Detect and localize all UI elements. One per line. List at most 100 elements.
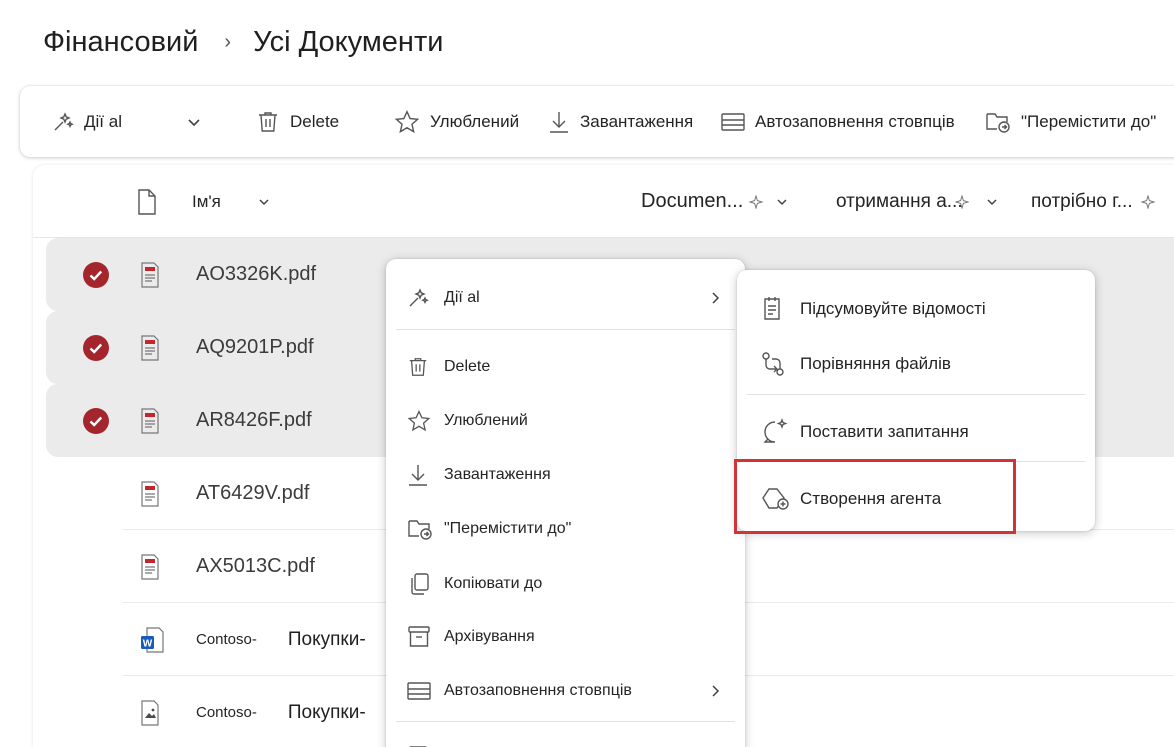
menu-item-label: Завантаження	[444, 466, 551, 483]
compare-files-icon	[762, 352, 784, 376]
copy-icon	[411, 573, 429, 595]
star-icon	[394, 109, 420, 133]
document-icon	[138, 188, 156, 215]
menu-item-label: "Перемістити до"	[444, 520, 572, 537]
received-column-header[interactable]: отримання а...	[836, 165, 999, 238]
submenu-item-label: Підсумовуйте відомості	[800, 299, 986, 318]
word-document-icon: W	[141, 627, 164, 653]
delete-label: Delete	[290, 111, 340, 131]
autofill-label: Автозаповнення стовпців	[755, 111, 955, 131]
summary-document-icon	[764, 297, 780, 320]
breadcrumb-site[interactable]: Фінансовий	[43, 26, 198, 59]
ai-actions-button[interactable]: Дії al	[52, 86, 212, 157]
submenu-item-ask-question[interactable]: Поставити запитання	[737, 405, 1095, 459]
sparkle-icon	[54, 111, 74, 130]
file-name[interactable]: AT6429V.pdf	[196, 457, 309, 530]
file-name[interactable]: AR8426F.pdf	[196, 384, 312, 457]
star-icon	[407, 409, 431, 432]
needed-column-label: потрібно г...	[1031, 190, 1133, 212]
menu-item-label: Улюблений	[444, 412, 528, 429]
file-name-text: AO3326K.pdf	[196, 263, 317, 285]
file-name-prefix: Contoso-	[196, 631, 257, 648]
file-name-text: AX5013C.pdf	[196, 555, 315, 577]
sparkle-icon	[749, 194, 764, 209]
trash-icon	[259, 111, 277, 132]
submenu-item-summarize[interactable]: Підсумовуйте відомості	[737, 282, 1095, 336]
chevron-right-icon	[712, 685, 720, 697]
download-label: Завантаження	[580, 111, 694, 131]
breadcrumb: Фінансовий › Усі Документи	[43, 26, 443, 59]
folder-move-icon	[408, 520, 432, 540]
received-column-label: отримання а...	[836, 190, 963, 212]
file-type-column-header[interactable]	[137, 165, 157, 238]
document-column-header[interactable]: Documen...	[641, 165, 789, 238]
checkmark-icon[interactable]	[83, 262, 109, 288]
chevron-down-icon	[188, 118, 200, 126]
menu-item-label: Копіювати до	[444, 575, 543, 592]
download-icon	[409, 465, 427, 486]
submenu-item-label: Порівняння файлів	[800, 354, 951, 373]
download-icon	[550, 111, 568, 133]
menu-item-delete[interactable]: Delete	[386, 340, 745, 394]
autofill-columns-button[interactable]: Автозаповнення стовпців	[721, 86, 955, 157]
menu-item-copy-to[interactable]: Копіювати до	[386, 557, 745, 611]
menu-divider	[396, 721, 735, 722]
move-to-button[interactable]: "Перемістити до"	[985, 86, 1156, 157]
checkmark-icon[interactable]	[83, 335, 109, 361]
list-header: Ім'я Documen... отримання а... потрібно …	[33, 165, 1174, 238]
context-menu: Дії al Delete Улюблений Завантаження "Пе…	[386, 259, 745, 747]
page: Фінансовий › Усі Документи Дії al Delete…	[0, 0, 1174, 747]
submenu-divider	[747, 394, 1085, 395]
chevron-down-icon	[777, 198, 787, 205]
ai-actions-label: Дії al	[84, 111, 122, 131]
file-name-text: AQ9201P.pdf	[196, 336, 314, 358]
file-name[interactable]: Contoso- Покупки-	[196, 676, 366, 747]
menu-item-more[interactable]	[386, 729, 745, 747]
menu-item-label: Автозаповнення стовпців	[444, 682, 632, 699]
highlight-frame	[734, 459, 1016, 534]
menu-divider	[396, 329, 735, 330]
sparkle-icon	[1140, 194, 1155, 209]
file-name[interactable]: Contoso- Покупки-	[196, 603, 366, 676]
table-columns-icon	[407, 682, 431, 700]
pdf-icon	[141, 262, 159, 288]
file-name-text: AT6429V.pdf	[196, 482, 310, 504]
menu-item-label: Дії al	[444, 289, 480, 306]
checkmark-icon[interactable]	[83, 408, 109, 434]
menu-item-ai-actions[interactable]: Дії al	[386, 271, 745, 325]
file-name[interactable]: AQ9201P.pdf	[196, 311, 314, 384]
menu-item-move-to[interactable]: "Перемістити до"	[386, 502, 745, 556]
favorite-label: Улюблений	[430, 111, 520, 131]
file-name-prefix: Contoso-	[196, 704, 257, 721]
document-column-label: Documen...	[641, 190, 744, 212]
pdf-icon	[141, 408, 159, 434]
menu-item-autofill-columns[interactable]: Автозаповнення стовпців	[386, 664, 745, 718]
sparkle-icon	[409, 288, 429, 307]
menu-item-download[interactable]: Завантаження	[386, 448, 745, 502]
favorite-button[interactable]: Улюблений	[394, 86, 519, 157]
trash-icon	[409, 358, 427, 376]
breadcrumb-library[interactable]: Усі Документи	[253, 26, 443, 59]
download-button[interactable]: Завантаження	[548, 86, 693, 157]
name-column-label: Ім'я	[192, 191, 221, 211]
submenu-item-compare[interactable]: Порівняння файлів	[737, 337, 1095, 391]
needed-column-header[interactable]: потрібно г...	[1031, 165, 1155, 238]
file-name-suffix: Покупки-	[287, 628, 366, 650]
chevron-right-icon	[712, 292, 720, 304]
menu-item-label: Delete	[444, 358, 491, 375]
move-to-label: "Перемістити до"	[1021, 111, 1157, 131]
pdf-icon	[141, 481, 159, 507]
svg-text:W: W	[143, 639, 153, 650]
menu-item-favorite[interactable]: Улюблений	[386, 394, 745, 448]
file-name[interactable]: AX5013C.pdf	[196, 530, 315, 603]
image-file-icon	[141, 700, 159, 726]
folder-move-icon	[986, 112, 1010, 133]
menu-item-archive[interactable]: Архівування	[386, 610, 745, 664]
chevron-down-icon	[987, 198, 997, 205]
delete-button[interactable]: Delete	[256, 86, 339, 157]
chevron-down-icon	[259, 198, 269, 205]
name-column-header[interactable]: Ім'я	[192, 165, 271, 238]
submenu-item-label: Поставити запитання	[800, 422, 969, 441]
file-name[interactable]: AO3326K.pdf	[196, 238, 316, 311]
command-bar: Дії al Delete Улюблений Завантаження Авт…	[20, 86, 1174, 157]
